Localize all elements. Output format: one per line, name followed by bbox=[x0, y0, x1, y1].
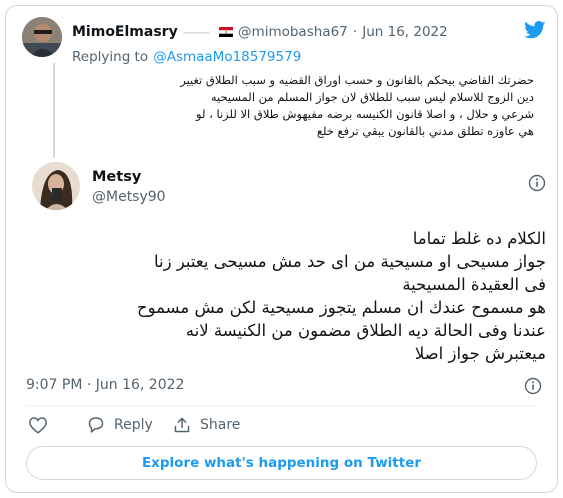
share-button[interactable]: Share bbox=[172, 416, 240, 434]
reply-date[interactable]: Jun 16, 2022 bbox=[362, 24, 448, 40]
main-text-line: الكلام ده غلط تماما bbox=[412, 229, 546, 248]
heart-icon bbox=[28, 416, 48, 434]
main-text-line: هو مسموح عندك ان مسلم يتجوز مسيحية لكن م… bbox=[136, 298, 546, 317]
twitter-bird-icon[interactable] bbox=[524, 21, 546, 39]
reply-button[interactable]: Reply bbox=[86, 416, 153, 434]
reply-tweet-header: MimoElmasry ⸻ @mimobasha67 · Jun 16, 202… bbox=[72, 21, 448, 40]
reply-author-name[interactable]: MimoElmasry bbox=[72, 24, 178, 40]
reply-text-line: شرعي و حلال ، و اصلا قانون الكنيسه برضه … bbox=[196, 107, 534, 121]
info-icon[interactable] bbox=[524, 377, 542, 395]
main-tweet-text: الكلام ده غلط تماما جواز مسيحى او مسيحية… bbox=[26, 227, 546, 365]
main-author-name[interactable]: Metsy bbox=[92, 169, 141, 185]
main-text-line: ميعتبرش جواز اصلا bbox=[414, 344, 546, 363]
reply-label: Reply bbox=[114, 417, 153, 433]
like-button[interactable] bbox=[28, 416, 48, 434]
explore-twitter-button[interactable]: Explore what's happening on Twitter bbox=[26, 446, 537, 480]
avatar-mimoelmasry[interactable] bbox=[22, 17, 62, 57]
share-label: Share bbox=[200, 417, 241, 433]
reply-text-line: دين الزوج للاسلام ليس سبب للطلاق لان جوا… bbox=[210, 90, 534, 104]
separator-dot: · bbox=[352, 24, 358, 40]
replying-to: Replying to @AsmaaMo18579579 bbox=[72, 46, 301, 65]
divider bbox=[26, 405, 537, 406]
tweet-embed-card: MimoElmasry ⸻ @mimobasha67 · Jun 16, 202… bbox=[5, 5, 558, 493]
avatar-metsy[interactable] bbox=[32, 162, 80, 210]
reply-author-handle[interactable]: @mimobasha67 bbox=[238, 24, 348, 40]
reply-tweet-text: حضرتك القاضي بيحكم بالقانون و حسب اوراق … bbox=[72, 72, 534, 140]
replying-to-handle[interactable]: @AsmaaMo18579579 bbox=[153, 49, 301, 65]
egypt-flag-icon bbox=[218, 22, 233, 37]
handle-decoration: ⸻ bbox=[182, 26, 210, 39]
main-author-handle[interactable]: @Metsy90 bbox=[92, 189, 166, 205]
main-text-line: فى العقيدة المسيحية bbox=[402, 275, 546, 294]
main-tweet-timestamp[interactable]: 9:07 PM · Jun 16, 2022 bbox=[26, 377, 184, 393]
main-text-line: عندنا وفى الحالة ديه الطلاق مضمون من الك… bbox=[185, 321, 546, 340]
reply-bubble-icon bbox=[86, 416, 106, 434]
main-text-line: جواز مسيحى او مسيحية من اى حد مش مسيحى ي… bbox=[153, 252, 546, 271]
reply-text-line: هي عاوزه تطلق مدني بالقانون يبقي ترفع خل… bbox=[316, 124, 534, 138]
replying-to-label: Replying to bbox=[72, 49, 149, 65]
share-arrow-icon bbox=[172, 416, 192, 434]
reply-text-line: حضرتك القاضي بيحكم بالقانون و حسب اوراق … bbox=[180, 73, 534, 87]
info-icon[interactable] bbox=[528, 174, 546, 192]
thread-connector-line bbox=[53, 63, 55, 158]
explore-twitter-label: Explore what's happening on Twitter bbox=[141, 455, 422, 471]
